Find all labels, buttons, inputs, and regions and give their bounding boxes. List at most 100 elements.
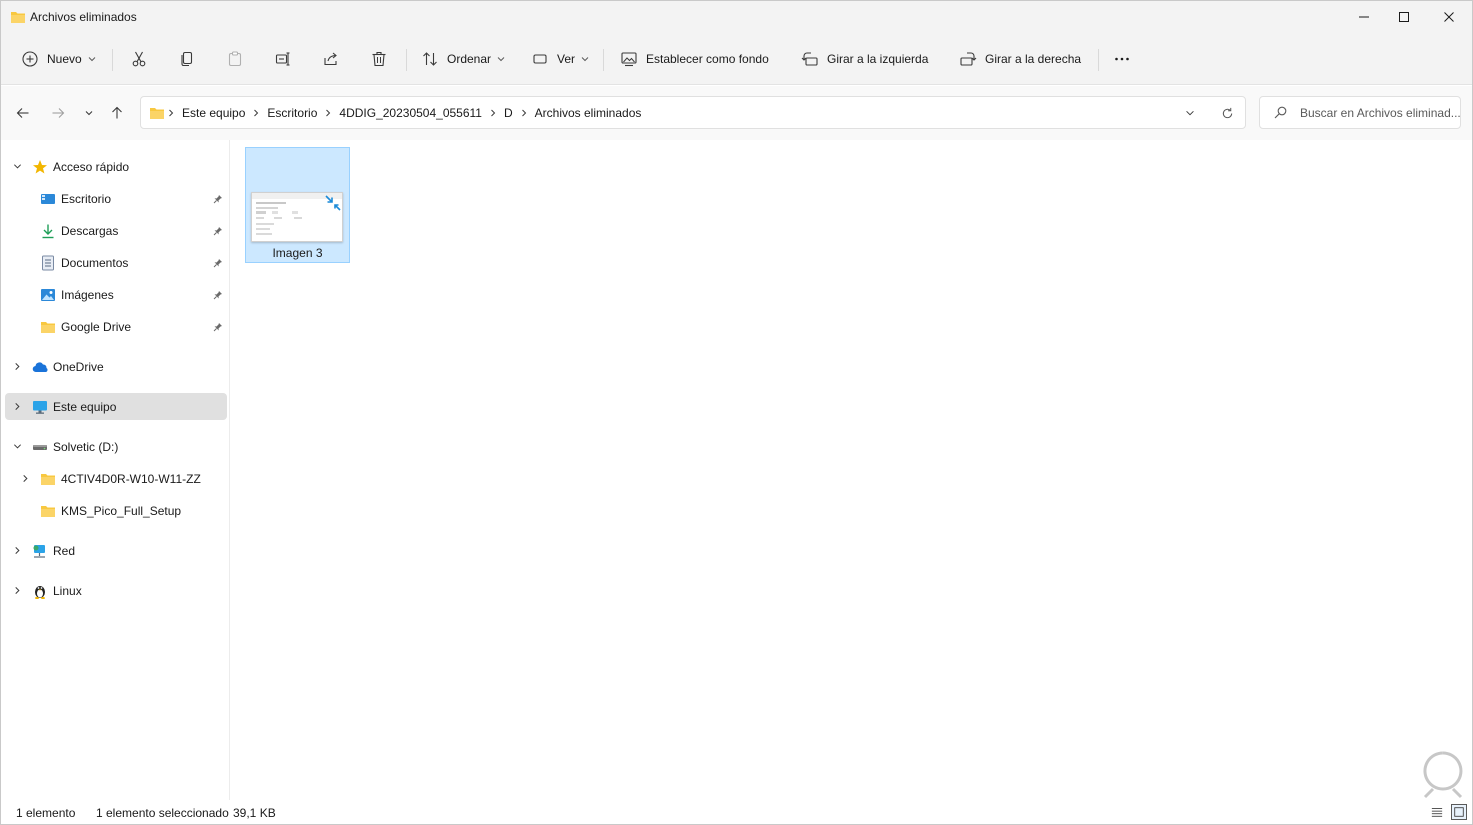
sidebar-item-onedrive[interactable]: OneDrive xyxy=(5,353,227,380)
copy-icon xyxy=(181,51,193,67)
address-history-button[interactable] xyxy=(1182,105,1198,121)
grid-view-icon xyxy=(1454,807,1464,817)
rotate-right-button[interactable]: Girar a la derecha xyxy=(959,45,1081,73)
rotate-right-label: Girar a la derecha xyxy=(985,52,1082,66)
sidebar-item-quick-access[interactable]: Acceso rápido xyxy=(5,153,227,180)
sidebar-item-desktop[interactable]: Escritorio xyxy=(5,185,227,212)
sort-button[interactable]: Ordenar xyxy=(421,45,505,73)
chevron-right-icon xyxy=(14,402,20,411)
list-view-icon xyxy=(1431,808,1443,817)
new-button[interactable]: Nuevo xyxy=(21,45,96,73)
file-tile[interactable]: Imagen 3 xyxy=(245,147,350,263)
expand-chevron[interactable] xyxy=(20,474,30,484)
share-button[interactable] xyxy=(322,45,340,73)
sidebar-item-label: Descargas xyxy=(61,223,119,238)
star-icon xyxy=(32,159,48,175)
sidebar-item-label: Acceso rápido xyxy=(53,159,130,174)
expand-chevron[interactable] xyxy=(12,162,22,172)
breadcrumb-item[interactable]: D xyxy=(504,106,513,120)
view-button[interactable]: Ver xyxy=(531,45,589,73)
search-input[interactable] xyxy=(1300,105,1460,120)
share-icon xyxy=(324,52,337,66)
expand-chevron[interactable] xyxy=(12,442,22,452)
file-name: Imagen 3 xyxy=(272,246,323,260)
document-icon xyxy=(40,255,56,271)
window-title: Archivos eliminados xyxy=(30,10,137,24)
back-button[interactable] xyxy=(13,103,33,123)
breadcrumb-item[interactable]: Este equipo xyxy=(182,106,245,120)
toolbar-divider xyxy=(1098,49,1099,71)
view-label: Ver xyxy=(557,52,576,66)
close-button[interactable] xyxy=(1426,1,1472,33)
desktop-icon xyxy=(40,191,56,207)
folder-icon xyxy=(40,319,56,335)
sidebar-item-folder[interactable]: 4CTIV4D0R-W10-W11-ZZ xyxy=(5,465,227,492)
chevron-down-icon xyxy=(581,57,589,62)
paste-button[interactable] xyxy=(226,45,244,73)
copy-button[interactable] xyxy=(178,45,196,73)
pin-icon[interactable] xyxy=(213,258,223,268)
pin-icon[interactable] xyxy=(213,322,223,332)
sidebar-item-documents[interactable]: Documentos xyxy=(5,249,227,276)
expand-chevron[interactable] xyxy=(12,546,22,556)
sidebar-item-downloads[interactable]: Descargas xyxy=(5,217,227,244)
chevron-right-icon xyxy=(14,546,20,555)
drive-icon xyxy=(32,439,48,455)
breadcrumb-item[interactable]: Archivos eliminados xyxy=(535,106,642,120)
view-icon xyxy=(533,54,547,64)
folder-icon xyxy=(40,503,56,519)
chevron-down-icon xyxy=(85,111,93,116)
cut-button[interactable] xyxy=(130,45,148,73)
sidebar-item-network[interactable]: Red xyxy=(5,537,227,564)
sidebar-item-label: 4CTIV4D0R-W10-W11-ZZ xyxy=(61,471,201,486)
compressed-arrows-icon xyxy=(325,195,341,211)
file-list-area[interactable] xyxy=(230,140,1472,800)
search-box[interactable] xyxy=(1259,96,1461,129)
arrow-right-icon xyxy=(52,108,65,118)
sidebar-item-folder[interactable]: KMS_Pico_Full_Setup xyxy=(5,497,227,524)
sidebar-item-label: Imágenes xyxy=(61,287,114,302)
chevron-down-icon xyxy=(13,164,21,169)
sidebar-item-linux[interactable]: Linux xyxy=(5,577,227,604)
folder-icon xyxy=(40,471,56,487)
forward-button[interactable] xyxy=(48,103,68,123)
selection-info: 1 elemento seleccionado xyxy=(96,806,229,820)
maximize-button[interactable] xyxy=(1381,1,1427,33)
expand-chevron[interactable] xyxy=(12,402,22,412)
pin-icon[interactable] xyxy=(213,226,223,236)
expand-chevron[interactable] xyxy=(12,586,22,596)
folder-icon xyxy=(11,12,25,23)
rename-button[interactable] xyxy=(274,45,292,73)
item-count: 1 elemento xyxy=(16,806,76,820)
sort-icon xyxy=(423,52,437,66)
arrow-up-icon xyxy=(112,106,122,119)
maximize-icon xyxy=(1399,12,1409,22)
set-background-button[interactable]: Establecer como fondo xyxy=(620,45,769,73)
refresh-button[interactable] xyxy=(1219,105,1235,121)
sidebar-item-google-drive[interactable]: Google Drive xyxy=(5,313,227,340)
command-bar: Nuevo Ordenar Ver Establecer como fondo … xyxy=(1,33,1472,85)
rotate-right-icon xyxy=(960,52,977,66)
rotate-left-icon xyxy=(801,52,818,66)
arrow-left-icon xyxy=(16,108,29,118)
download-icon xyxy=(40,223,56,239)
breadcrumb-item[interactable]: 4DDIG_20230504_055611 xyxy=(339,106,482,120)
plus-circle-icon xyxy=(22,51,38,67)
sidebar-item-drive-d[interactable]: Solvetic (D:) xyxy=(5,433,227,460)
more-options-button[interactable] xyxy=(1113,45,1131,73)
rotate-left-button[interactable]: Girar a la izquierda xyxy=(801,45,928,73)
up-button[interactable] xyxy=(107,103,127,123)
pin-icon[interactable] xyxy=(213,194,223,204)
sidebar-item-label: Google Drive xyxy=(61,319,132,334)
chevron-right-icon xyxy=(169,109,174,116)
sidebar-item-pictures[interactable]: Imágenes xyxy=(5,281,227,308)
pin-icon[interactable] xyxy=(213,290,223,300)
delete-button[interactable] xyxy=(370,45,388,73)
recent-locations-button[interactable] xyxy=(79,103,99,123)
sidebar-item-this-pc[interactable]: Este equipo xyxy=(5,393,227,420)
chevron-right-icon xyxy=(14,586,20,595)
computer-icon xyxy=(32,399,48,415)
expand-chevron[interactable] xyxy=(12,362,22,372)
address-bar[interactable]: Este equipo Escritorio 4DDIG_20230504_05… xyxy=(140,96,1246,129)
breadcrumb-item[interactable]: Escritorio xyxy=(267,106,317,120)
